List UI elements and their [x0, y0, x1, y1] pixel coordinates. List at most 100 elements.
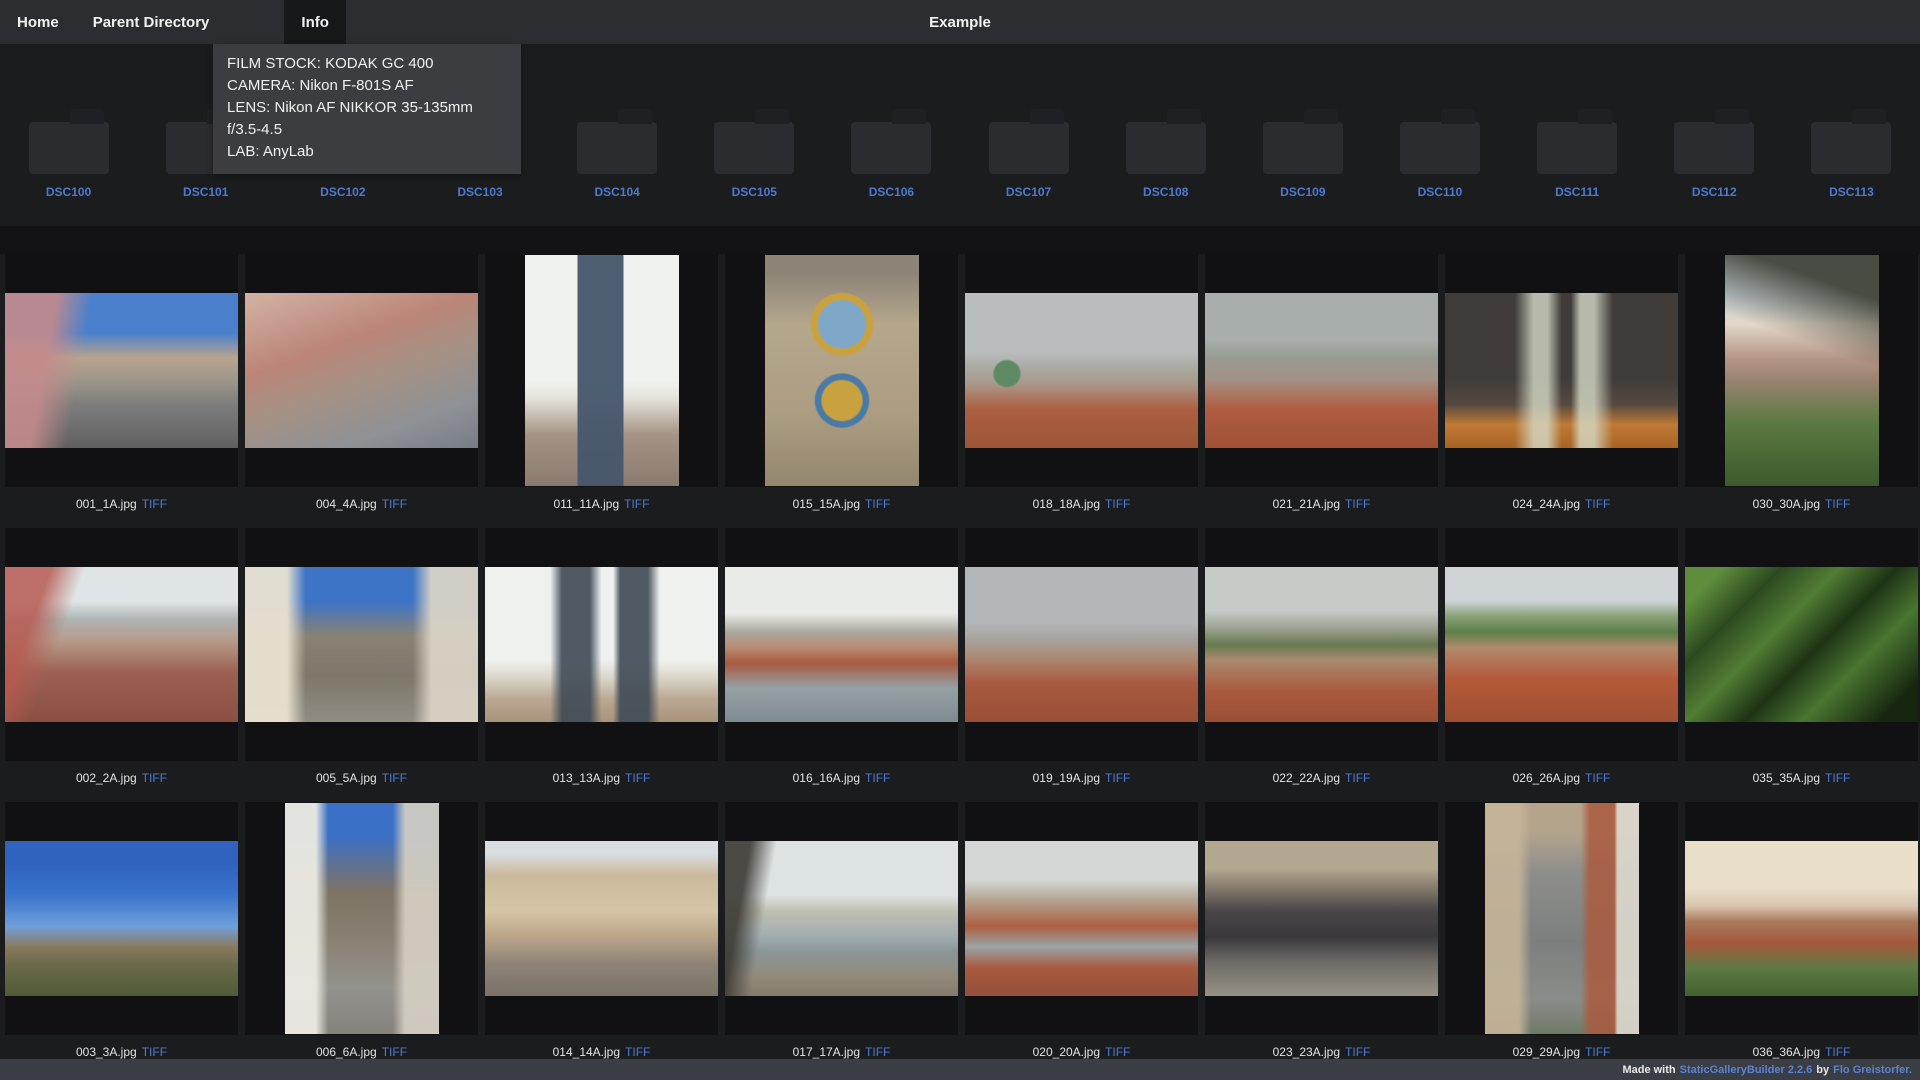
photo-link[interactable]: 024_24A.jpg [1513, 497, 1580, 511]
photo-thumbnail[interactable] [1685, 841, 1918, 996]
photo-thumbnail[interactable] [5, 841, 238, 996]
folder-link[interactable]: DSC106 [869, 185, 914, 199]
folder-link[interactable]: DSC113 [1829, 185, 1874, 199]
photo-link[interactable]: 020_20A.jpg [1033, 1045, 1100, 1059]
photo-link[interactable]: 006_6A.jpg [316, 1045, 377, 1059]
photo-link[interactable]: 002_2A.jpg [76, 771, 137, 785]
folder-item[interactable]: DSC112 [1646, 122, 1783, 226]
photo-link[interactable]: 021_21A.jpg [1273, 497, 1340, 511]
photo-link[interactable]: 011_11A.jpg [554, 497, 620, 511]
photo-link[interactable]: 003_3A.jpg [76, 1045, 137, 1059]
tiff-link[interactable]: TIFF [1825, 497, 1850, 511]
photo-thumbnail[interactable] [1445, 567, 1678, 722]
photo-link[interactable]: 004_4A.jpg [316, 497, 377, 511]
tiff-link[interactable]: TIFF [625, 771, 650, 785]
folder-link[interactable]: DSC105 [732, 185, 777, 199]
photo-thumbnail[interactable] [5, 293, 238, 448]
tiff-link[interactable]: TIFF [1105, 497, 1130, 511]
tiff-link[interactable]: TIFF [1585, 1045, 1610, 1059]
folder-item[interactable]: DSC106 [823, 122, 960, 226]
photo-link[interactable]: 015_15A.jpg [793, 497, 860, 511]
nav-item-info[interactable]: Info [284, 0, 346, 44]
photo-thumbnail[interactable] [485, 567, 718, 722]
tiff-link[interactable]: TIFF [382, 497, 407, 511]
photo-link[interactable]: 030_30A.jpg [1753, 497, 1820, 511]
folder-item[interactable]: DSC104 [549, 122, 686, 226]
folder-item[interactable]: DSC109 [1234, 122, 1371, 226]
photo-link[interactable]: 035_35A.jpg [1753, 771, 1820, 785]
photo-link[interactable]: 014_14A.jpg [553, 1045, 620, 1059]
tiff-link[interactable]: TIFF [624, 497, 649, 511]
photo-thumbnail[interactable] [1205, 841, 1438, 996]
photo-thumbnail[interactable] [1445, 293, 1678, 448]
photo-thumbnail[interactable] [1205, 567, 1438, 722]
photo-link[interactable]: 016_16A.jpg [793, 771, 860, 785]
photo-link[interactable]: 001_1A.jpg [76, 497, 137, 511]
photo-thumbnail[interactable] [485, 841, 718, 996]
tiff-link[interactable]: TIFF [625, 1045, 650, 1059]
folder-link[interactable]: DSC101 [183, 185, 228, 199]
author-link[interactable]: Flo Greistorfer. [1833, 1064, 1912, 1076]
tiff-link[interactable]: TIFF [1825, 1045, 1850, 1059]
folder-link[interactable]: DSC104 [594, 185, 639, 199]
photo-link[interactable]: 013_13A.jpg [553, 771, 620, 785]
tiff-link[interactable]: TIFF [1345, 497, 1370, 511]
tiff-link[interactable]: TIFF [1105, 771, 1130, 785]
photo-thumbnail[interactable] [1485, 803, 1639, 1034]
photo-thumbnail[interactable] [525, 255, 679, 486]
photo-thumbnail[interactable] [965, 841, 1198, 996]
folder-item[interactable]: DSC100 [0, 122, 137, 226]
tiff-link[interactable]: TIFF [142, 497, 167, 511]
folder-item[interactable]: DSC108 [1097, 122, 1234, 226]
photo-thumbnail[interactable] [285, 803, 439, 1034]
photo-link[interactable]: 029_29A.jpg [1513, 1045, 1580, 1059]
photo-thumbnail[interactable] [725, 567, 958, 722]
photo-link[interactable]: 005_5A.jpg [316, 771, 377, 785]
tiff-link[interactable]: TIFF [1105, 1045, 1130, 1059]
folder-link[interactable]: DSC110 [1418, 185, 1463, 199]
photo-thumbnail[interactable] [1725, 255, 1879, 486]
photo-thumbnail[interactable] [965, 293, 1198, 448]
folder-item[interactable]: DSC113 [1783, 122, 1920, 226]
builder-link[interactable]: StaticGalleryBuilder 2.2.6 [1680, 1064, 1813, 1076]
folder-link[interactable]: DSC111 [1555, 185, 1599, 199]
nav-item-home[interactable]: Home [0, 0, 76, 44]
photo-link[interactable]: 017_17A.jpg [793, 1045, 860, 1059]
folder-link[interactable]: DSC100 [46, 185, 91, 199]
tiff-link[interactable]: TIFF [1585, 771, 1610, 785]
photo-thumbnail[interactable] [5, 567, 238, 722]
photo-link[interactable]: 022_22A.jpg [1273, 771, 1340, 785]
photo-link[interactable]: 019_19A.jpg [1033, 771, 1100, 785]
folder-item[interactable]: DSC110 [1371, 122, 1508, 226]
folder-link[interactable]: DSC109 [1280, 185, 1325, 199]
tiff-link[interactable]: TIFF [1825, 771, 1850, 785]
folder-link[interactable]: DSC102 [320, 185, 365, 199]
folder-item[interactable]: DSC107 [960, 122, 1097, 226]
tiff-link[interactable]: TIFF [1585, 497, 1610, 511]
photo-link[interactable]: 018_18A.jpg [1033, 497, 1100, 511]
photo-thumbnail[interactable] [1685, 567, 1918, 722]
tiff-link[interactable]: TIFF [865, 1045, 890, 1059]
photo-link[interactable]: 023_23A.jpg [1273, 1045, 1340, 1059]
tiff-link[interactable]: TIFF [1345, 1045, 1370, 1059]
folder-item[interactable]: DSC111 [1509, 122, 1646, 226]
folder-item[interactable]: DSC105 [686, 122, 823, 226]
nav-item-parent-directory[interactable]: Parent Directory [76, 0, 227, 44]
photo-link[interactable]: 026_26A.jpg [1513, 771, 1580, 785]
folder-link[interactable]: DSC108 [1143, 185, 1188, 199]
tiff-link[interactable]: TIFF [382, 1045, 407, 1059]
tiff-link[interactable]: TIFF [865, 497, 890, 511]
photo-link[interactable]: 036_36A.jpg [1753, 1045, 1820, 1059]
photo-thumbnail[interactable] [765, 255, 919, 486]
photo-thumbnail[interactable] [1205, 293, 1438, 448]
photo-thumbnail[interactable] [245, 567, 478, 722]
photo-thumbnail[interactable] [965, 567, 1198, 722]
tiff-link[interactable]: TIFF [1345, 771, 1370, 785]
tiff-link[interactable]: TIFF [142, 771, 167, 785]
photo-thumbnail[interactable] [245, 293, 478, 448]
folder-link[interactable]: DSC112 [1692, 185, 1737, 199]
tiff-link[interactable]: TIFF [142, 1045, 167, 1059]
folder-link[interactable]: DSC107 [1006, 185, 1051, 199]
photo-thumbnail[interactable] [725, 841, 958, 996]
tiff-link[interactable]: TIFF [865, 771, 890, 785]
